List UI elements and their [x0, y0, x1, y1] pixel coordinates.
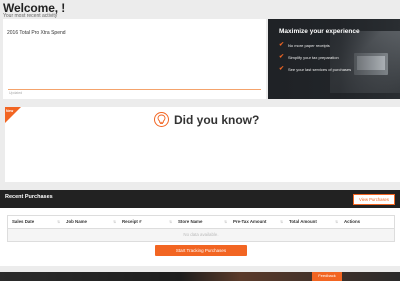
promo-item: ✔ See your last services of purchases [279, 63, 351, 75]
lightbulb-icon [154, 112, 169, 127]
start-tracking-button[interactable]: Start Tracking Purchases [155, 245, 247, 256]
check-icon: ✔ [279, 53, 285, 60]
new-ribbon-label: New [6, 109, 14, 113]
spend-card: 2016 Total Pro Xtra Spend Updated [3, 19, 266, 99]
sort-icon: ⇅ [57, 220, 60, 224]
view-purchases-button[interactable]: View Purchases [353, 194, 395, 205]
recent-purchases-body: Sales Date ⇅ Job Name ⇅ Receipt # ⇅ Store N… [0, 208, 400, 266]
column-total-amount[interactable]: Total Amount ⇅ [285, 216, 340, 228]
promo-banner: Maximize your experience ✔ No more paper… [268, 19, 400, 99]
feedback-button[interactable]: Feedback [312, 272, 342, 281]
column-actions: Actions [344, 219, 361, 224]
recent-purchases-title: Recent Purchases [5, 194, 53, 200]
column-pretax-amount[interactable]: Pre-Tax Amount ⇅ [229, 216, 285, 228]
empty-table-message: No data available. [8, 229, 394, 241]
sort-icon: ⇅ [169, 220, 172, 224]
promo-item-label: No more paper receipts [288, 42, 330, 48]
promo-item: ✔ No more paper receipts [279, 39, 351, 51]
column-job-name[interactable]: Job Name ⇅ [62, 216, 118, 228]
spend-title: 2016 Total Pro Xtra Spend [7, 30, 66, 36]
purchases-table: Sales Date ⇅ Job Name ⇅ Receipt # ⇅ Store N… [7, 215, 395, 242]
spend-chart-line [8, 89, 261, 90]
check-icon: ✔ [279, 41, 285, 48]
promo-title: Maximize your experience [279, 28, 360, 35]
sort-icon: ⇅ [113, 220, 116, 224]
check-icon: ✔ [279, 65, 285, 72]
column-sales-date[interactable]: Sales Date ⇅ [8, 216, 62, 228]
column-receipt[interactable]: Receipt # ⇅ [118, 216, 174, 228]
spend-axis-label: Updated [9, 91, 23, 95]
recent-purchases-header: Recent Purchases View Purchases [0, 190, 400, 208]
promo-item: ✔ Simplify your tax preparation [279, 51, 351, 63]
column-store-name[interactable]: Store Name ⇅ [174, 216, 229, 228]
promo-list: ✔ No more paper receipts ✔ Simplify your… [279, 39, 351, 75]
table-header: Sales Date ⇅ Job Name ⇅ Receipt # ⇅ Store N… [8, 216, 394, 229]
did-you-know-card: New Did you know? [5, 107, 400, 182]
sort-icon: ⇅ [224, 220, 227, 224]
sort-icon: ⇅ [280, 220, 283, 224]
promo-item-label: Simplify your tax preparation [288, 54, 339, 60]
sort-icon: ⇅ [335, 220, 338, 224]
promo-item-label: See your last services of purchases [288, 66, 352, 72]
did-you-know-title: Did you know? [174, 113, 260, 127]
